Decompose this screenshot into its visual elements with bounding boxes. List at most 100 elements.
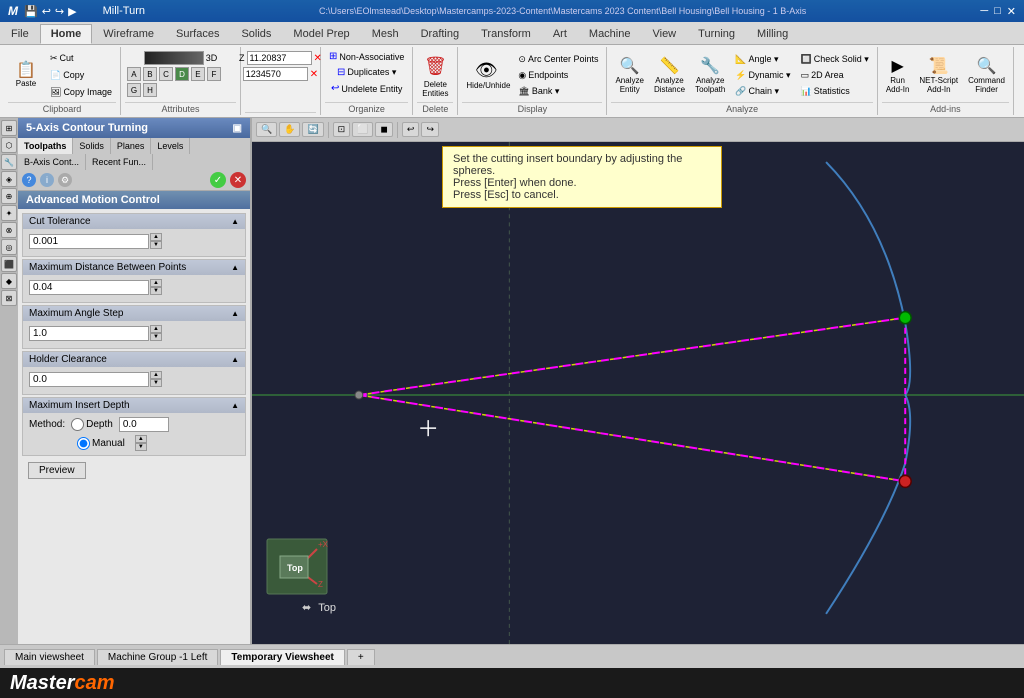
z-value-input[interactable]	[247, 51, 312, 65]
sidebar-icon-5[interactable]: ⊕	[1, 188, 17, 204]
hide-unhide-button[interactable]: 👁 Hide/Unhide	[462, 57, 510, 93]
coord-x-btn[interactable]: ✕	[310, 69, 318, 80]
tab-milling[interactable]: Milling	[746, 24, 799, 44]
vp-rotate-btn[interactable]: 🔄	[302, 122, 323, 137]
holder-clearance-arrow[interactable]: ▲	[231, 355, 239, 364]
max-angle-header[interactable]: Maximum Angle Step ▲	[23, 306, 245, 321]
arc-center-points-button[interactable]: ⊙ Arc Center Points	[514, 52, 602, 67]
analyze-entity-button[interactable]: 🔍 AnalyzeEntity	[611, 53, 647, 97]
statistics-button[interactable]: 📊 Statistics	[797, 84, 873, 99]
max-angle-arrow[interactable]: ▲	[231, 309, 239, 318]
max-insert-header[interactable]: Maximum Insert Depth ▲	[23, 398, 245, 413]
holder-clearance-up[interactable]: ▲	[150, 371, 162, 379]
attr-btn-1[interactable]: A	[127, 67, 141, 81]
manual-up[interactable]: ▲	[135, 435, 147, 443]
check-solid-button[interactable]: 🔲 Check Solid ▾	[797, 52, 873, 67]
max-angle-input[interactable]	[29, 326, 149, 341]
run-addin-button[interactable]: ▶ RunAdd-In	[882, 53, 914, 97]
tab-view[interactable]: View	[641, 24, 687, 44]
status-tab-machine[interactable]: Machine Group -1 Left	[97, 649, 219, 665]
duplicates-button[interactable]: ⊟ Duplicates ▾	[333, 65, 400, 80]
vp-zoom-btn[interactable]: 🔍	[256, 122, 277, 137]
attr-btn-2[interactable]: B	[143, 67, 157, 81]
vp-pan-btn[interactable]: ✋	[279, 122, 300, 137]
sidebar-icon-6[interactable]: ✦	[1, 205, 17, 221]
holder-clearance-header[interactable]: Holder Clearance ▲	[23, 352, 245, 367]
amc-close-btn[interactable]: ✕	[230, 172, 246, 188]
tab-transform[interactable]: Transform	[470, 24, 542, 44]
tab-mesh[interactable]: Mesh	[361, 24, 410, 44]
tab-home[interactable]: Home	[40, 24, 93, 44]
tab-art[interactable]: Art	[542, 24, 578, 44]
delete-entities-button[interactable]: 🗑 DeleteEntities	[417, 49, 453, 101]
status-tab-temp[interactable]: Temporary Viewsheet	[220, 649, 344, 665]
attr-btn-8[interactable]: H	[143, 83, 157, 97]
command-finder-button[interactable]: 🔍 CommandFinder	[964, 53, 1009, 97]
cut-tolerance-header[interactable]: Cut Tolerance ▲	[23, 214, 245, 229]
net-script-button[interactable]: 📜 NET-ScriptAdd-In	[915, 53, 962, 97]
sidebar-icon-1[interactable]: ⊞	[1, 120, 17, 136]
sidebar-icon-9[interactable]: ⬛	[1, 256, 17, 272]
amc-settings-btn[interactable]: ⚙	[58, 173, 72, 187]
sidebar-icon-4[interactable]: ◈	[1, 171, 17, 187]
manual-down[interactable]: ▼	[135, 443, 147, 451]
sidebar-icon-3[interactable]: 🔧	[1, 154, 17, 170]
max-distance-header[interactable]: Maximum Distance Between Points ▲	[23, 260, 245, 275]
vp-redo-btn[interactable]: ↪	[421, 122, 439, 137]
amc-info-btn[interactable]: i	[40, 173, 54, 187]
tab-wireframe[interactable]: Wireframe	[92, 24, 165, 44]
redo-quick-btn[interactable]: ↪	[55, 5, 64, 18]
max-distance-down[interactable]: ▼	[150, 287, 162, 295]
panel-expand-icon[interactable]: ▣	[233, 123, 242, 134]
save-quick-btn[interactable]: 💾	[24, 5, 38, 18]
panel-tab-recent[interactable]: Recent Fun...	[86, 154, 153, 170]
attr-btn-4[interactable]: D	[175, 67, 189, 81]
undelete-button[interactable]: ↩ Undelete Entity	[327, 81, 406, 96]
panel-tab-solids[interactable]: Solids	[73, 138, 111, 154]
sidebar-icon-2[interactable]: ⬡	[1, 137, 17, 153]
max-distance-input[interactable]	[29, 280, 149, 295]
undo-quick-btn[interactable]: ↩	[42, 5, 51, 18]
amc-ok-btn[interactable]: ✓	[210, 172, 226, 188]
paste-button[interactable]: 📋 Paste	[8, 60, 44, 91]
panel-tab-toolpaths[interactable]: Toolpaths	[18, 138, 73, 154]
max-distance-arrow[interactable]: ▲	[231, 263, 239, 272]
copy-image-button[interactable]: 🖼 Copy Image	[46, 85, 116, 100]
max-angle-up[interactable]: ▲	[150, 325, 162, 333]
cut-button[interactable]: ✂ Cut	[46, 51, 116, 66]
cut-tolerance-input[interactable]	[29, 234, 149, 249]
sidebar-icon-7[interactable]: ⊗	[1, 222, 17, 238]
depth-radio[interactable]	[71, 418, 84, 431]
angle-button[interactable]: 📐 Angle ▾	[731, 52, 794, 67]
amc-help-btn[interactable]: ?	[22, 173, 36, 187]
copy-button[interactable]: 📄 Copy	[46, 68, 116, 83]
analyze-distance-button[interactable]: 📏 AnalyzeDistance	[650, 53, 689, 97]
endpoints-button[interactable]: ◉ Endpoints	[514, 68, 602, 83]
vp-fit-btn[interactable]: ⊡	[333, 122, 351, 137]
depth-value-input[interactable]	[119, 417, 169, 432]
tab-model-prep[interactable]: Model Prep	[282, 24, 360, 44]
max-angle-down[interactable]: ▼	[150, 333, 162, 341]
bank-button[interactable]: 🏛 Bank ▾	[514, 84, 602, 99]
maximize-btn[interactable]: □	[994, 5, 1001, 18]
tab-file[interactable]: File	[0, 24, 40, 44]
2d-area-button[interactable]: ▭ 2D Area	[797, 68, 873, 83]
attr-btn-5[interactable]: E	[191, 67, 205, 81]
sidebar-icon-8[interactable]: ◎	[1, 239, 17, 255]
cut-tolerance-arrow[interactable]: ▲	[231, 217, 239, 226]
tab-solids[interactable]: Solids	[230, 24, 282, 44]
non-associative-button[interactable]: ⊞ Non-Associative	[325, 49, 408, 64]
max-insert-arrow[interactable]: ▲	[231, 401, 239, 410]
depth-radio-label[interactable]: Depth	[71, 418, 113, 431]
viewport-gizmo[interactable]: +X Z Top	[262, 534, 332, 604]
vp-undo-btn[interactable]: ↩	[402, 122, 420, 137]
chain-button[interactable]: 🔗 Chain ▾	[731, 84, 794, 99]
manual-radio-label[interactable]: Manual	[77, 437, 125, 450]
sidebar-icon-10[interactable]: ◆	[1, 273, 17, 289]
panel-tab-planes[interactable]: Planes	[111, 138, 152, 154]
tab-drafting[interactable]: Drafting	[410, 24, 471, 44]
cut-tolerance-up[interactable]: ▲	[150, 233, 162, 241]
status-tab-main[interactable]: Main viewsheet	[4, 649, 95, 665]
manual-radio[interactable]	[77, 437, 90, 450]
panel-tab-baxis[interactable]: B-Axis Cont...	[18, 154, 86, 170]
